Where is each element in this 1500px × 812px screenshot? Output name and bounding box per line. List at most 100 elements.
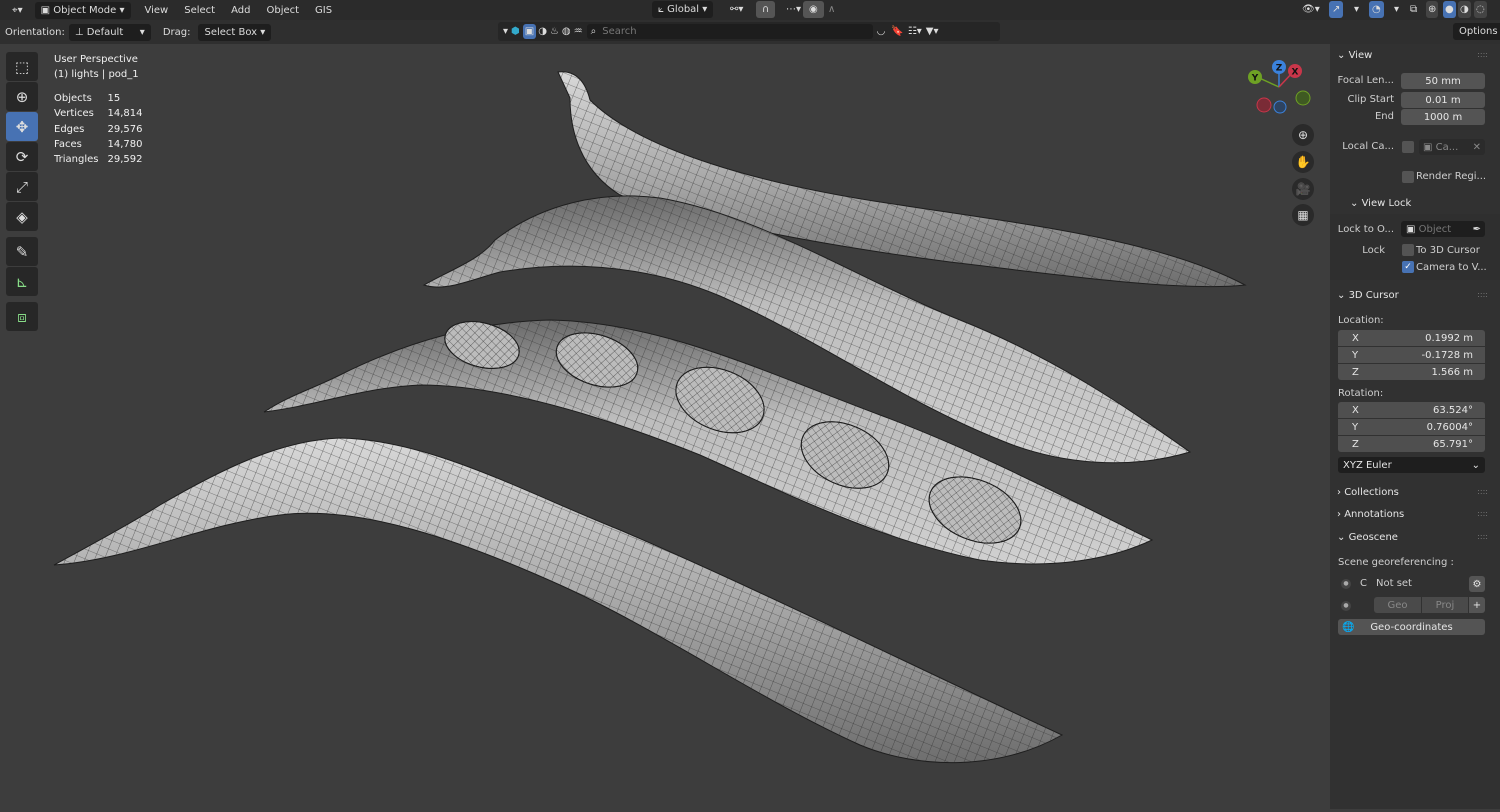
lock-to-object-field[interactable]: ▣ Object ✒	[1401, 221, 1485, 237]
rotation-mode-dropdown[interactable]: XYZ Euler ⌄	[1338, 457, 1485, 473]
eyedropper-icon[interactable]: ✒	[1473, 224, 1481, 235]
pivot-icon[interactable]: ⚯▾	[724, 1, 749, 18]
wireframe-shading-icon[interactable]: ⊕	[1426, 1, 1439, 18]
editor-type-icon[interactable]: ⌖▾	[6, 2, 29, 19]
view-lock-header[interactable]: ⌄ View Lock	[1350, 198, 1411, 209]
select-box-tool[interactable]: ⬚	[6, 52, 38, 81]
perspective-grid-icon[interactable]: ▦	[1292, 204, 1314, 226]
funnel-icon[interactable]: ▼▾	[926, 26, 939, 37]
transform-tool[interactable]: ◈	[6, 202, 38, 231]
scale-tool[interactable]: ⤢	[6, 172, 38, 201]
menu-gis[interactable]: GIS	[307, 5, 340, 16]
location-y-field[interactable]: Y -0.1728 m	[1338, 347, 1485, 363]
menu-object[interactable]: Object	[258, 5, 307, 16]
neg-z-axis[interactable]	[1273, 100, 1287, 114]
drag-handle-icon[interactable]: ::::	[1477, 290, 1488, 299]
to-3d-cursor-checkbox[interactable]	[1402, 244, 1414, 256]
focal-length-field[interactable]: 50 mm	[1401, 73, 1485, 89]
crs-settings-gear-icon[interactable]: ⚙	[1469, 576, 1485, 592]
rotate-tool[interactable]: ⟳	[6, 142, 38, 171]
crs-radio-icon[interactable]: ●	[1341, 579, 1351, 589]
drag-dropdown[interactable]: Select Box ▾	[198, 23, 272, 41]
geo-button[interactable]: Geo	[1374, 597, 1421, 613]
view-section-header[interactable]: ⌄ View	[1337, 50, 1372, 61]
rotation-x-field[interactable]: X 63.524°	[1338, 402, 1485, 418]
search-input[interactable]: ⌕ Search	[586, 24, 873, 39]
menu-select[interactable]: Select	[176, 5, 223, 16]
axis-label: Y	[1352, 349, 1359, 361]
drag-handle-icon[interactable]: ::::	[1477, 487, 1488, 496]
drag-label: Drag:	[162, 26, 191, 38]
collections-title: Collections	[1344, 487, 1399, 498]
falloff-icon[interactable]: ∧	[822, 1, 841, 18]
local-camera-field[interactable]: ▣ Ca... ✕	[1419, 139, 1485, 155]
annotate-tool[interactable]: ✎	[6, 237, 38, 266]
orientation-dropdown[interactable]: ⊥ Default ▾	[68, 23, 151, 41]
object-filter-icon[interactable]: ▣	[522, 24, 537, 39]
light-filter-icon[interactable]: ♨	[550, 26, 559, 37]
bookmark-icon[interactable]: 🔖	[891, 26, 903, 37]
options-button[interactable]: Options	[1453, 23, 1500, 40]
annotations-header[interactable]: › Annotations	[1337, 509, 1404, 520]
measure-icon: ⊾	[15, 272, 29, 291]
filter-dropdown-icon[interactable]: ▾	[503, 26, 508, 37]
overlay-icon[interactable]: ◔	[1369, 1, 1384, 18]
rendered-shading-icon[interactable]: ◌	[1474, 1, 1487, 18]
visibility-icon[interactable]: 👁▾	[1296, 1, 1326, 18]
collections-header[interactable]: › Collections	[1337, 487, 1399, 498]
measure-tool[interactable]: ⊾	[6, 267, 38, 296]
header-bar: ⌖▾ ▣ Object Mode ▾ View Select Add Objec…	[0, 0, 1500, 20]
location-x-field[interactable]: X 0.1992 m	[1338, 330, 1485, 346]
crs-letter: C	[1360, 578, 1367, 589]
camera-view-icon[interactable]: 🎥	[1292, 178, 1314, 200]
add-icon[interactable]: +	[1469, 597, 1485, 613]
zoom-icon[interactable]: ⊕	[1292, 124, 1314, 146]
gizmo-icon[interactable]: ↗	[1329, 1, 1344, 18]
proj-button[interactable]: Proj	[1422, 597, 1468, 613]
scene-icon[interactable]: ⬢	[511, 26, 520, 37]
drag-handle-icon[interactable]: ::::	[1477, 532, 1488, 541]
local-camera-checkbox[interactable]	[1402, 141, 1414, 153]
restrict-icon[interactable]: ◡	[877, 26, 886, 37]
3d-viewport[interactable]	[0, 44, 1500, 809]
z-axis-label: Z	[1276, 64, 1283, 74]
snap-icon[interactable]: ∩	[756, 1, 776, 18]
material-filter-icon[interactable]: ◑	[538, 26, 547, 37]
render-region-label: Render Regi...	[1416, 171, 1487, 182]
render-region-checkbox[interactable]	[1402, 171, 1414, 183]
clear-icon[interactable]: ✕	[1473, 142, 1481, 153]
drag-handle-icon[interactable]: ::::	[1477, 50, 1488, 59]
add-cube-tool[interactable]: ⧈	[6, 302, 38, 331]
neg-x-axis[interactable]	[1256, 97, 1272, 113]
xray-icon[interactable]: ⧉	[1404, 1, 1423, 18]
menu-add[interactable]: Add	[223, 5, 258, 16]
material-shading-icon[interactable]: ◑	[1458, 1, 1471, 18]
world-filter-icon[interactable]: ◍	[562, 26, 571, 37]
mode-dropdown[interactable]: ▣ Object Mode ▾	[34, 1, 131, 19]
hierarchy-icon[interactable]: ☷▾	[908, 26, 922, 37]
solid-shading-icon[interactable]: ●	[1443, 1, 1456, 18]
geo-coordinates-button[interactable]: 🌐 Geo-coordinates	[1338, 619, 1485, 635]
gizmo-dropdown-icon[interactable]: ▾	[1348, 1, 1365, 18]
camera-to-view-checkbox[interactable]: ✓	[1402, 261, 1414, 273]
geoscene-header[interactable]: ⌄ Geoscene	[1337, 532, 1398, 543]
cursor-tool[interactable]: ⊕	[6, 82, 38, 111]
drag-handle-icon[interactable]: ::::	[1477, 509, 1488, 518]
neg-y-axis[interactable]	[1295, 90, 1311, 106]
overlay-dropdown-icon[interactable]: ▾	[1388, 1, 1405, 18]
transform-orientation-dropdown[interactable]: ⟀ Global ▾	[652, 1, 714, 18]
clip-start-field[interactable]: 0.01 m	[1401, 92, 1485, 108]
proportional-edit-icon[interactable]: ◉	[803, 1, 824, 18]
stat-row: Vertices 14,814	[54, 106, 151, 121]
location-z-field[interactable]: Z 1.566 m	[1338, 364, 1485, 380]
rotation-z-field[interactable]: Z 65.791°	[1338, 436, 1485, 452]
rotation-y-field[interactable]: Y 0.76004°	[1338, 419, 1485, 435]
3d-cursor-header[interactable]: ⌄ 3D Cursor	[1337, 290, 1399, 301]
pan-hand-icon[interactable]: ✋	[1292, 151, 1314, 173]
origin-radio-icon[interactable]: ●	[1341, 601, 1351, 611]
navigation-gizmo[interactable]: Y Z X	[1240, 55, 1330, 115]
clip-end-field[interactable]: 1000 m	[1401, 109, 1485, 125]
menu-view[interactable]: View	[137, 5, 177, 16]
brush-filter-icon[interactable]: ♒	[574, 26, 583, 37]
move-tool[interactable]: ✥	[6, 112, 38, 141]
